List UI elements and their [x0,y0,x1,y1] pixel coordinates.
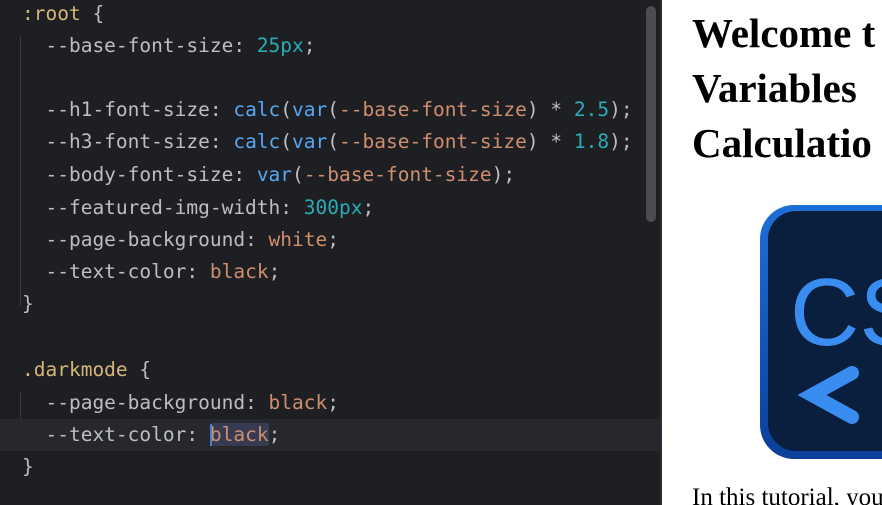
code-token: } [22,455,34,478]
code-token: black [209,260,269,283]
code-line[interactable]: :root { [0,0,660,30]
code-token: ; [268,260,281,283]
code-token: --body-font-size [22,163,234,186]
code-token: ); [491,163,516,186]
code-token: var [256,163,293,186]
code-editor[interactable]: :root { --base-font-size: 25px; --h1-fon… [0,0,660,505]
code-token: --featured-img-width [22,196,281,219]
intro-paragraph: In this tutorial, you' [692,484,882,505]
code-token: ( [327,130,340,153]
code-token: : [209,130,234,153]
code-token: ) * [526,130,574,153]
logo-text: CS [790,259,882,366]
code-token: : [209,98,234,121]
code-token: : [245,391,269,414]
code-line[interactable]: --page-background: white; [0,224,660,256]
code-token: 2.5 [573,98,610,121]
code-token: :root [22,2,81,25]
code-token: { [127,358,152,381]
code-token: .darkmode [22,358,128,381]
code-token: ); [609,98,633,121]
code-token: : [186,423,210,446]
code-line[interactable]: --base-font-size: 25px; [0,30,660,62]
code-token: --h3-font-size [22,130,210,153]
code-token: ( [327,98,340,121]
code-token: ( [280,130,293,153]
page-heading: Welcome t Variables Calculatio [692,10,876,166]
code-token: ; [327,228,339,251]
code-token: : [186,260,210,283]
code-token: { [80,2,105,25]
code-token: 1.8 [573,130,610,153]
code-line[interactable]: --text-color: black; [0,419,660,451]
text-cursor [209,423,212,446]
code-token: : [280,196,304,219]
code-token: --page-background [22,228,246,251]
code-token: white [268,228,328,251]
code-token: --page-background [22,391,246,414]
code-token: } [22,292,34,315]
code-line[interactable]: --featured-img-width: 300px; [0,192,660,224]
code-token: ) * [526,98,574,121]
code-token: ); [609,130,633,153]
code-token: black [209,423,269,446]
code-line[interactable]: --body-font-size: var(--base-font-size); [0,159,660,191]
code-line[interactable]: } [0,451,660,483]
code-line[interactable] [0,321,660,353]
code-line[interactable]: .darkmode { [0,354,660,386]
code-token: ( [292,163,304,186]
code-token: ; [327,391,339,414]
code-token: var [292,98,328,121]
code-token: : [233,163,257,186]
code-token: calc [233,130,281,153]
code-token: 300px [303,196,363,219]
code-line[interactable]: --h3-font-size: calc(var(--base-font-siz… [0,126,660,158]
code-token: --base-font-size [22,34,234,57]
editor-vertical-scrollbar[interactable] [646,6,656,222]
css-logo-icon: CS [760,205,882,459]
code-token: --h1-font-size [22,98,210,121]
code-token: var [292,130,328,153]
code-token: calc [233,98,281,121]
code-area[interactable]: :root { --base-font-size: 25px; --h1-fon… [0,0,660,505]
code-token: ; [303,34,316,57]
code-token: --base-font-size [303,163,492,186]
code-token: : [245,228,269,251]
code-token: --base-font-size [339,98,527,121]
code-token: 25px [256,34,304,57]
code-token: : [233,34,257,57]
code-line[interactable]: } [0,288,660,320]
code-token: ; [362,196,375,219]
code-token: --base-font-size [339,130,527,153]
code-token: ; [268,423,281,446]
code-line[interactable]: --h1-font-size: calc(var(--base-font-siz… [0,94,660,126]
code-token: --text-color [22,423,187,446]
browser-preview: Welcome t Variables Calculatio CS In thi… [662,0,882,505]
code-token: --text-color [22,260,187,283]
code-line[interactable]: --page-background: black; [0,387,660,419]
code-token: black [268,391,328,414]
code-line[interactable] [0,62,660,94]
code-line[interactable]: --text-color: black; [0,256,660,288]
code-token: ( [280,98,293,121]
